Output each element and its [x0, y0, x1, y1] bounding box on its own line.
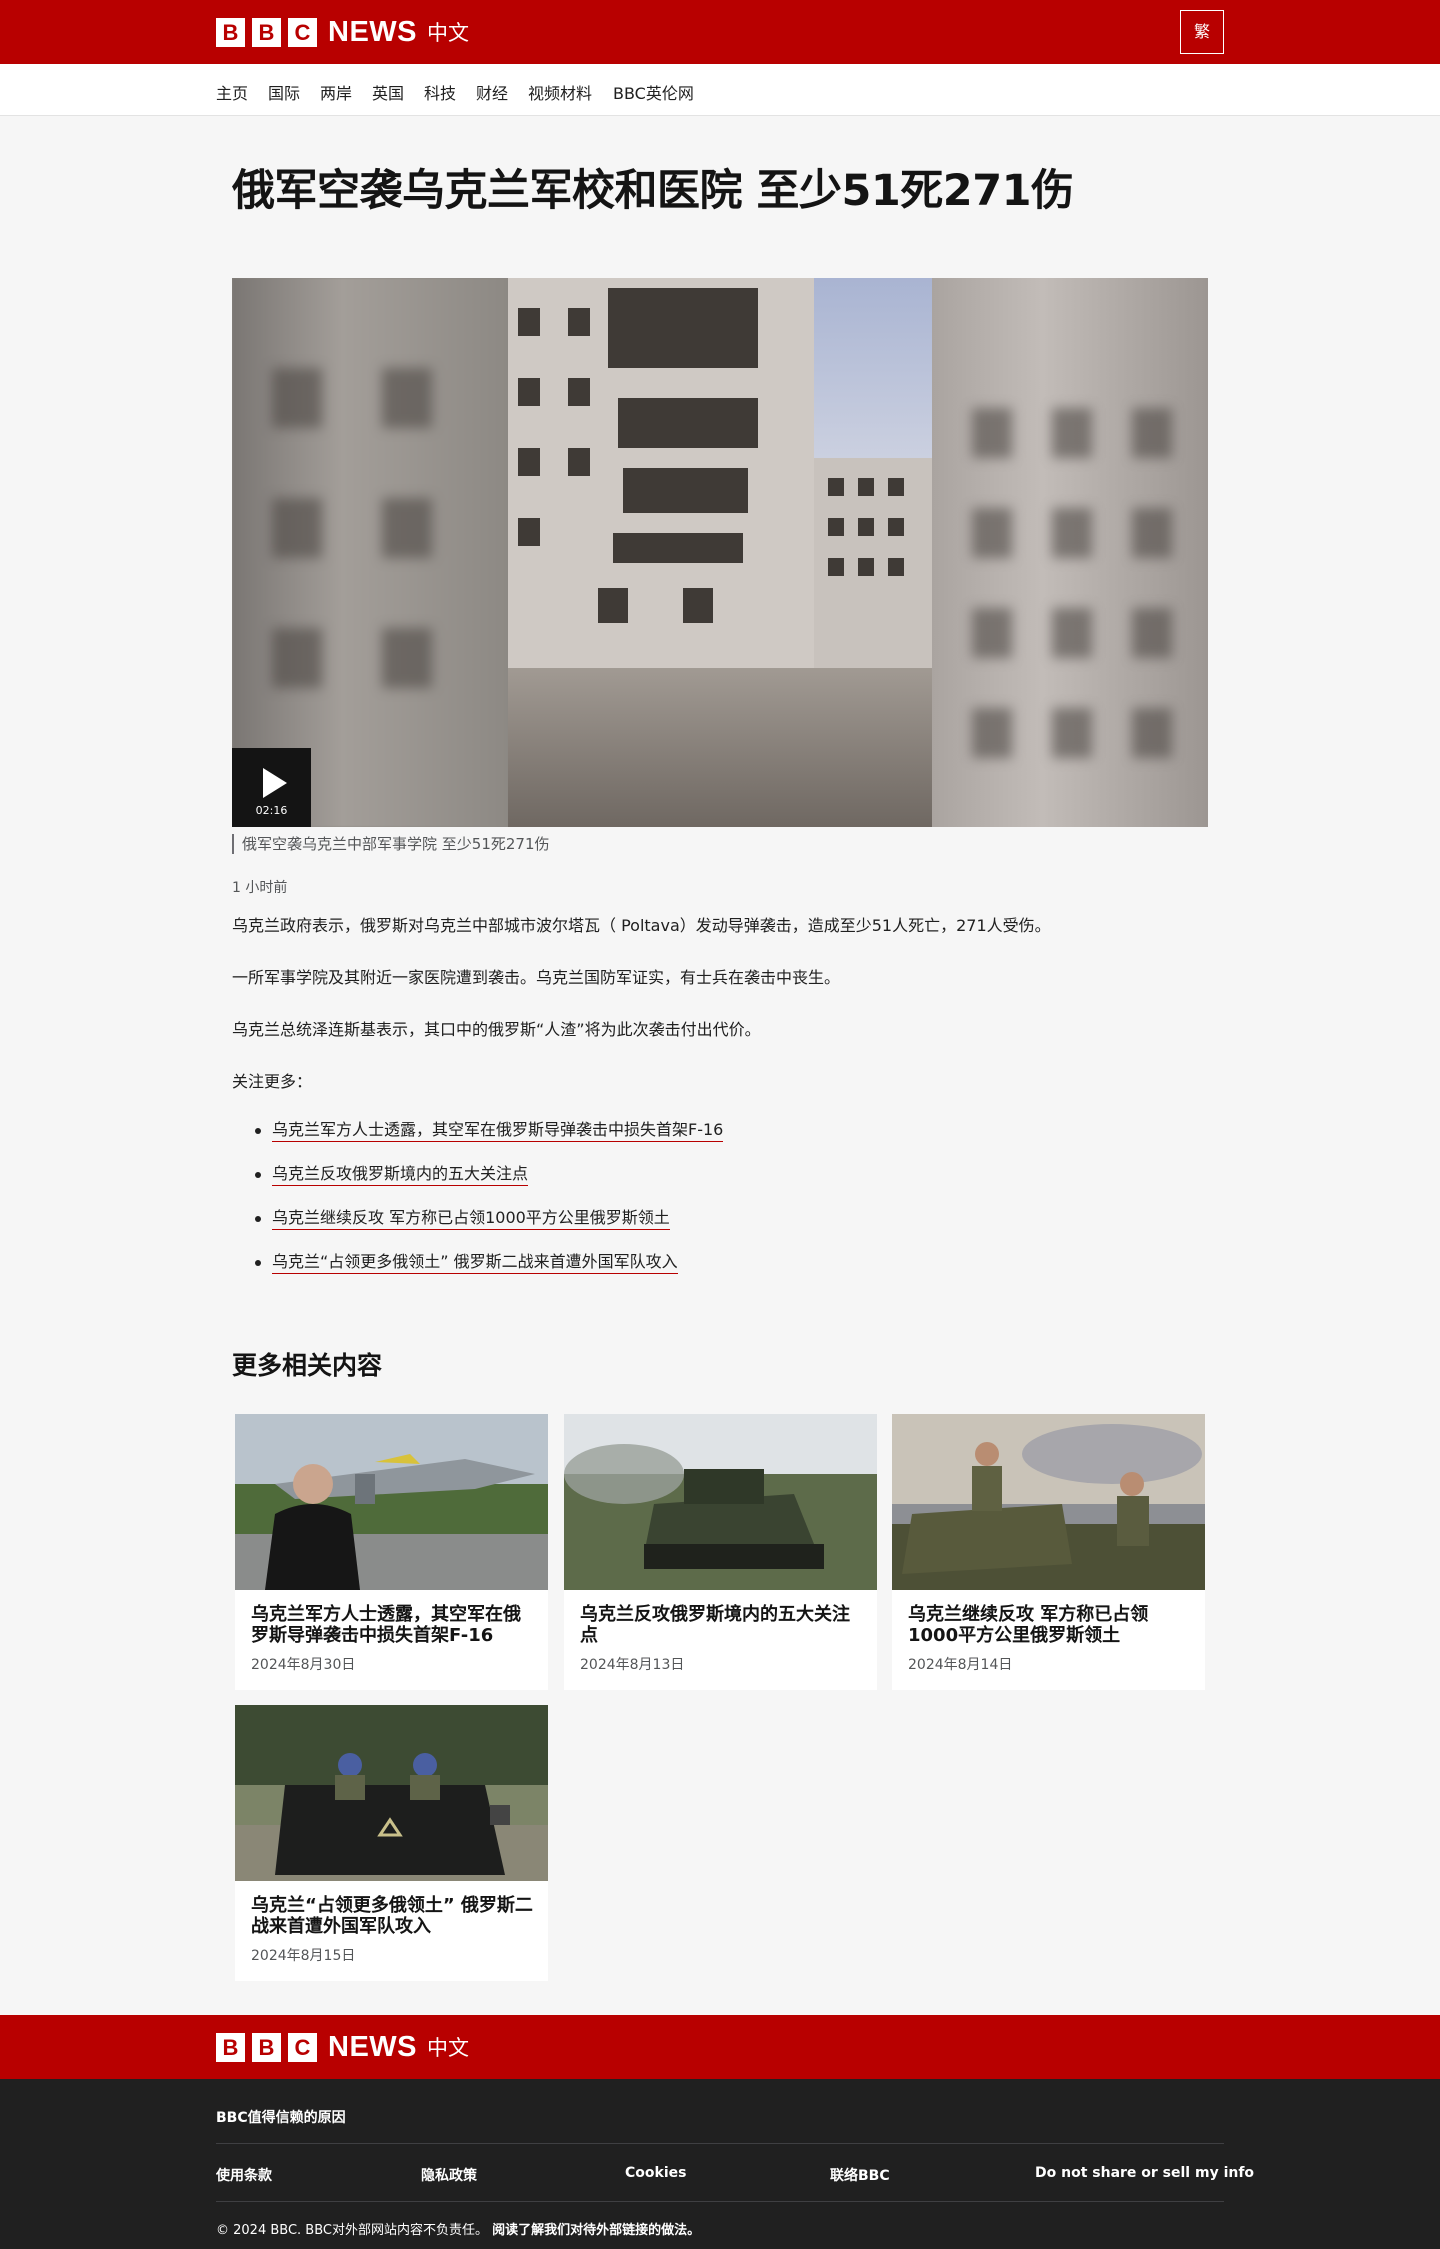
video-frame-left-blur: [232, 278, 508, 827]
nav-item-cross-strait[interactable]: 两岸: [320, 80, 352, 104]
card-date: 2024年8月15日: [251, 1948, 356, 1964]
bullet-dot: [255, 1128, 261, 1134]
related-section-title: 更多相关内容: [232, 1351, 383, 1380]
logo-language: 中文: [427, 2036, 469, 2060]
top-bar: B B C NEWS 中文 繁: [0, 0, 1440, 64]
footer-link-privacy[interactable]: 隐私政策: [421, 2165, 477, 2185]
video-caption: 俄军空袭乌克兰中部军事学院 至少51死271伤: [232, 834, 550, 854]
logo-letter: B: [252, 17, 281, 47]
page-title: 俄军空袭乌克兰军校和医院 至少51死271伤: [232, 166, 1074, 216]
related-card[interactable]: 乌克兰“占领更多俄领土” 俄罗斯二战来首遭外国军队攻入 2024年8月15日: [235, 1705, 548, 1981]
logo-language: 中文: [427, 21, 469, 45]
footer-copyright: © 2024 BBC. BBC对外部网站内容不负责任。 阅读了解我们对待外部链接…: [216, 2219, 700, 2238]
card-title: 乌克兰军方人士透露，其空军在俄罗斯导弹袭击中损失首架F-16: [251, 1604, 521, 1646]
nav-item-international[interactable]: 国际: [268, 80, 300, 104]
nav-item-finance[interactable]: 财经: [476, 80, 508, 104]
footer-bbc-news-logo[interactable]: B B C NEWS 中文: [216, 2031, 469, 2063]
video-duration: 02:16: [255, 804, 288, 817]
related-link[interactable]: 乌克兰继续反攻 军方称已占领1000平方公里俄罗斯领土: [272, 1208, 670, 1230]
logo-letter: B: [252, 2032, 281, 2062]
related-link[interactable]: 乌克兰反攻俄罗斯境内的五大关注点: [272, 1164, 529, 1186]
bullet-dot: [255, 1216, 261, 1222]
article-paragraph: 乌克兰总统泽连斯基表示，其口中的俄罗斯“人渣”将为此次袭击付出代价。: [232, 1020, 761, 1039]
card-image-f16: [235, 1414, 548, 1590]
traditional-chinese-button[interactable]: 繁: [1180, 10, 1224, 54]
video-frame-center: [508, 278, 932, 827]
article-paragraph: 关注更多：: [232, 1072, 313, 1091]
footer-link-terms[interactable]: 使用条款: [216, 2165, 272, 2185]
article-timestamp: 1 小时前: [232, 880, 288, 896]
copyright-text: © 2024 BBC. BBC对外部网站内容不负责任。: [216, 2223, 488, 2238]
card-title: 乌克兰继续反攻 军方称已占领1000平方公里俄罗斯领土: [908, 1604, 1149, 1646]
video-frame-right-blur: [932, 278, 1208, 827]
logo-letter: C: [288, 2032, 317, 2062]
card-title: 乌克兰“占领更多俄领土” 俄罗斯二战来首遭外国军队攻入: [251, 1895, 533, 1937]
nav-item-uk[interactable]: 英国: [372, 80, 404, 104]
related-link[interactable]: 乌克兰军方人士透露，其空军在俄罗斯导弹袭击中损失首架F-16: [272, 1120, 724, 1142]
article-paragraph: 乌克兰政府表示，俄罗斯对乌克兰中部城市波尔塔瓦（ Poltava）发动导弹袭击，…: [232, 916, 1051, 935]
play-icon: [263, 768, 287, 798]
main-nav: 主页 国际 两岸 英国 科技 财经 视频材料 BBC英伦网: [0, 64, 1440, 116]
nav-item-bbc-uk[interactable]: BBC英伦网: [613, 80, 694, 104]
footer: BBC值得信赖的原因 使用条款 隐私政策 Cookies 联络BBC Do no…: [0, 2079, 1440, 2249]
logo-letter: B: [216, 17, 245, 47]
related-card[interactable]: 乌克兰反攻俄罗斯境内的五大关注点 2024年8月13日: [564, 1414, 877, 1690]
nav-item-home[interactable]: 主页: [216, 80, 248, 104]
card-image-soldiers: [892, 1414, 1205, 1590]
card-date: 2024年8月13日: [580, 1657, 685, 1673]
video-player[interactable]: 02:16: [232, 278, 1208, 827]
card-title: 乌克兰反攻俄罗斯境内的五大关注点: [580, 1604, 850, 1646]
external-link-policy-link[interactable]: 阅读了解我们对待外部链接的做法。: [492, 2223, 700, 2238]
card-image-tank: [564, 1414, 877, 1590]
card-date: 2024年8月14日: [908, 1657, 1013, 1673]
footer-brand-bar: B B C NEWS 中文: [0, 2015, 1440, 2079]
logo-news-text: NEWS: [328, 2030, 417, 2063]
bullet-dot: [255, 1260, 261, 1266]
nav-item-tech[interactable]: 科技: [424, 80, 456, 104]
card-date: 2024年8月30日: [251, 1657, 356, 1673]
nav-item-video[interactable]: 视频材料: [528, 80, 592, 104]
related-card[interactable]: 乌克兰军方人士透露，其空军在俄罗斯导弹袭击中损失首架F-16 2024年8月30…: [235, 1414, 548, 1690]
footer-link-cookies[interactable]: Cookies: [625, 2165, 686, 2181]
footer-link-contact[interactable]: 联络BBC: [830, 2165, 890, 2185]
related-card[interactable]: 乌克兰继续反攻 军方称已占领1000平方公里俄罗斯领土 2024年8月14日: [892, 1414, 1205, 1690]
article-paragraph: 一所军事学院及其附近一家医院遭到袭击。乌克兰国防军证实，有士兵在袭击中丧生。: [232, 968, 841, 987]
footer-divider: [216, 2201, 1224, 2202]
footer-divider: [216, 2143, 1224, 2144]
related-link[interactable]: 乌克兰“占领更多俄领土” 俄罗斯二战来首遭外国军队攻入: [272, 1252, 678, 1274]
logo-letter: B: [216, 2032, 245, 2062]
logo-news-text: NEWS: [328, 15, 417, 48]
bbc-news-logo[interactable]: B B C NEWS 中文: [216, 16, 469, 48]
card-image-vehicle: [235, 1705, 548, 1881]
logo-letter: C: [288, 17, 317, 47]
bullet-dot: [255, 1172, 261, 1178]
footer-link-do-not-sell[interactable]: Do not share or sell my info: [1035, 2165, 1254, 2181]
footer-trust-link[interactable]: BBC值得信赖的原因: [216, 2107, 346, 2127]
play-button[interactable]: 02:16: [232, 748, 311, 827]
